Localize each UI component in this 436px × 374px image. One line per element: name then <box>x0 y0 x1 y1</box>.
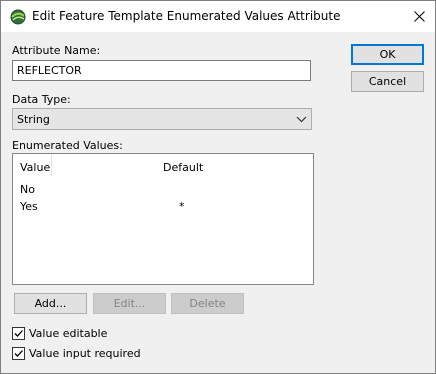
app-globe-icon <box>10 9 26 25</box>
ok-button[interactable]: OK <box>351 44 424 65</box>
window-title: Edit Feature Template Enumerated Values … <box>32 9 341 23</box>
cancel-button[interactable]: Cancel <box>351 71 424 92</box>
column-header-value[interactable]: Value <box>20 161 50 174</box>
enumerated-values-label: Enumerated Values: <box>12 139 123 152</box>
data-type-select[interactable]: String <box>12 108 312 130</box>
chevron-down-icon <box>296 116 307 123</box>
column-header-default[interactable]: Default <box>163 161 203 174</box>
data-type-value: String <box>17 113 50 126</box>
row-default: * <box>179 200 185 213</box>
enumerated-values-list[interactable]: Value Default No Yes * <box>12 153 314 285</box>
value-required-checkbox[interactable] <box>12 347 25 360</box>
data-type-label: Data Type: <box>12 93 71 106</box>
list-row[interactable]: No <box>13 182 313 198</box>
delete-button[interactable]: Delete <box>171 293 244 314</box>
checkmark-icon <box>14 350 23 357</box>
dialog-window: Edit Feature Template Enumerated Values … <box>0 0 436 374</box>
attribute-name-input[interactable]: REFLECTOR <box>12 60 311 81</box>
attribute-name-label: Attribute Name: <box>12 44 101 57</box>
value-required-label[interactable]: Value input required <box>29 347 141 360</box>
list-row[interactable]: Yes * <box>13 199 313 215</box>
value-editable-checkbox[interactable] <box>12 327 25 340</box>
list-header: Value Default <box>13 154 313 178</box>
checkmark-icon <box>14 330 23 337</box>
close-icon <box>413 11 425 22</box>
value-editable-label[interactable]: Value editable <box>29 327 107 340</box>
row-value: No <box>20 183 35 196</box>
add-button[interactable]: Add... <box>14 293 87 314</box>
column-divider[interactable] <box>51 154 52 176</box>
close-button[interactable] <box>403 1 435 32</box>
edit-button[interactable]: Edit... <box>93 293 166 314</box>
row-value: Yes <box>20 200 38 213</box>
title-bar: Edit Feature Template Enumerated Values … <box>1 1 435 32</box>
